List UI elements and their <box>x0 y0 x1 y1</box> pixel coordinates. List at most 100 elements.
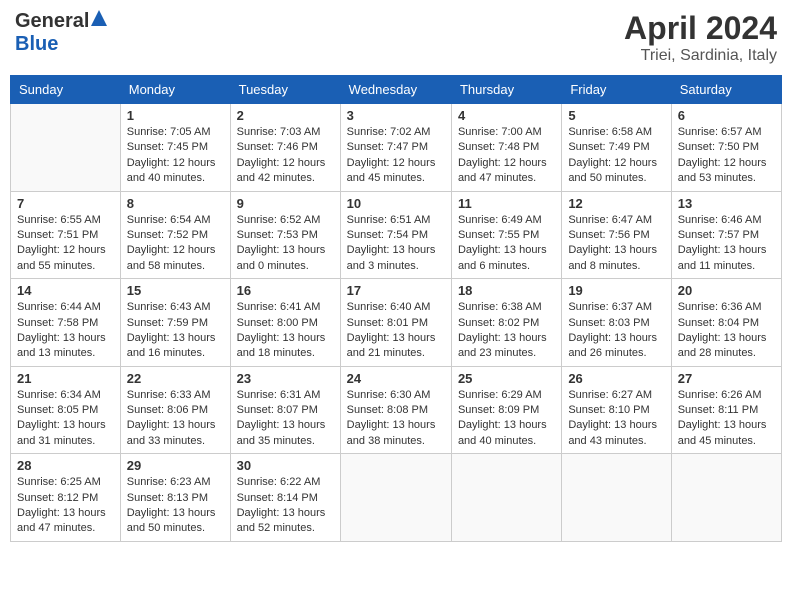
calendar-cell: 3Sunrise: 7:02 AMSunset: 7:47 PMDaylight… <box>340 104 451 192</box>
day-info: Sunrise: 6:38 AMSunset: 8:02 PMDaylight:… <box>458 300 555 362</box>
day-info-line: and 50 minutes. <box>568 172 646 184</box>
day-info-line: Sunset: 8:01 PM <box>347 317 428 329</box>
day-info-line: Sunset: 7:51 PM <box>17 229 98 241</box>
day-info-line: Sunset: 8:07 PM <box>237 404 318 416</box>
logo: General Blue <box>15 10 107 56</box>
day-info: Sunrise: 6:46 AMSunset: 7:57 PMDaylight:… <box>678 213 775 275</box>
day-info: Sunrise: 6:30 AMSunset: 8:08 PMDaylight:… <box>347 388 445 450</box>
day-info-line: Sunset: 7:49 PM <box>568 141 649 153</box>
day-info-line: Sunrise: 6:58 AM <box>568 126 652 138</box>
day-info-line: Daylight: 12 hours <box>237 157 326 169</box>
day-info-line: Daylight: 13 hours <box>127 332 216 344</box>
day-of-week-header: Wednesday <box>340 76 451 104</box>
day-info: Sunrise: 6:37 AM Sunset: 8:03 PM Daylight:… <box>568 300 664 362</box>
day-of-week-header: Saturday <box>671 76 781 104</box>
day-info-line: Sunset: 8:03 PM <box>568 317 649 329</box>
day-info-line: Daylight: 13 hours <box>678 419 767 431</box>
day-number: 22 <box>127 371 224 386</box>
day-info-line: and 35 minutes. <box>237 435 315 447</box>
day-info-line: and 38 minutes. <box>347 435 425 447</box>
day-info: Sunrise: 6:34 AMSunset: 8:05 PMDaylight:… <box>17 388 114 450</box>
day-info-line: Sunrise: 7:02 AM <box>347 126 431 138</box>
day-info-line: and 40 minutes. <box>127 172 205 184</box>
day-info-line: Daylight: 13 hours <box>17 332 106 344</box>
day-info-line: and 6 minutes. <box>458 260 530 272</box>
day-info-line: Sunrise: 6:52 AM <box>237 214 321 226</box>
day-info: Sunrise: 6:57 AMSunset: 7:50 PMDaylight:… <box>678 125 775 187</box>
day-info-line: and 3 minutes. <box>347 260 419 272</box>
calendar-cell: 17Sunrise: 6:40 AMSunset: 8:01 PMDayligh… <box>340 279 451 367</box>
day-info-line: Daylight: 13 hours <box>127 419 216 431</box>
day-info-line: and 31 minutes. <box>17 435 95 447</box>
day-info-line: Daylight: 13 hours <box>568 332 657 344</box>
day-info-line: Sunrise: 6:33 AM <box>127 389 211 401</box>
day-info-line: Sunrise: 7:05 AM <box>127 126 211 138</box>
day-info-line: Sunrise: 7:00 AM <box>458 126 542 138</box>
day-info: Sunrise: 6:27 AMSunset: 8:10 PMDaylight:… <box>568 388 664 450</box>
calendar-cell: 28Sunrise: 6:25 AMSunset: 8:12 PMDayligh… <box>11 454 121 542</box>
day-info-line: Sunset: 7:53 PM <box>237 229 318 241</box>
day-info-line: Sunrise: 6:30 AM <box>347 389 431 401</box>
day-number: 12 <box>568 196 664 211</box>
day-number: 9 <box>237 196 334 211</box>
day-info-line: Sunrise: 7:03 AM <box>237 126 321 138</box>
day-info-line: and 0 minutes. <box>237 260 309 272</box>
day-info-line: Sunset: 8:04 PM <box>678 317 759 329</box>
calendar-week-row: 21Sunrise: 6:34 AMSunset: 8:05 PMDayligh… <box>11 366 782 454</box>
calendar-cell: 7 Sunrise: 6:55 AMSunset: 7:51 PMDaylight… <box>11 191 121 279</box>
day-info-line: Sunrise: 6:23 AM <box>127 476 211 488</box>
day-info-line: Sunset: 7:56 PM <box>568 229 649 241</box>
day-info-line: Sunset: 7:47 PM <box>347 141 428 153</box>
day-info-line: and 47 minutes. <box>458 172 536 184</box>
day-info-line: and 42 minutes. <box>237 172 315 184</box>
day-info: Sunrise: 6:55 AMSunset: 7:51 PMDaylight:… <box>17 213 114 275</box>
day-info-line: Sunrise: 6:43 AM <box>127 301 211 313</box>
logo-general-text: General <box>15 10 89 33</box>
day-info-line: and 55 minutes. <box>17 260 95 272</box>
day-info-line: and 45 minutes. <box>347 172 425 184</box>
day-info-line: Sunrise: 6:34 AM <box>17 389 101 401</box>
calendar-cell: 9 Sunrise: 6:52 AM Sunset: 7:53 PM Daylight… <box>230 191 340 279</box>
day-info-line: and 16 minutes. <box>127 347 205 359</box>
calendar-week-row: 14Sunrise: 6:44 AMSunset: 7:58 PMDayligh… <box>11 279 782 367</box>
day-info-line: and 28 minutes. <box>678 347 756 359</box>
day-info-line: Sunrise: 6:47 AM <box>568 214 652 226</box>
day-number: 1 <box>127 108 224 123</box>
day-info-line: Sunset: 7:45 PM <box>127 141 208 153</box>
calendar-header-row: SundayMondayTuesdayWednesdayThursdayFrid… <box>11 76 782 104</box>
day-number: 6 <box>678 108 775 123</box>
day-info-line: and 58 minutes. <box>127 260 205 272</box>
day-info: Sunrise: 6:47 AMSunset: 7:56 PMDaylight:… <box>568 213 664 275</box>
day-info: Sunrise: 6:54 AMSunset: 7:52 PMDaylight:… <box>127 213 224 275</box>
calendar-cell: 25Sunrise: 6:29 AMSunset: 8:09 PMDayligh… <box>451 366 561 454</box>
calendar-table: SundayMondayTuesdayWednesdayThursdayFrid… <box>10 75 782 542</box>
calendar-cell: 2Sunrise: 7:03 AMSunset: 7:46 PMDaylight… <box>230 104 340 192</box>
day-number: 27 <box>678 371 775 386</box>
day-info-line: Sunrise: 6:51 AM <box>347 214 431 226</box>
day-info: Sunrise: 6:52 AM Sunset: 7:53 PM Daylight:… <box>237 213 334 275</box>
day-number: 15 <box>127 283 224 298</box>
calendar-cell: 30Sunrise: 6:22 AMSunset: 8:14 PMDayligh… <box>230 454 340 542</box>
day-of-week-header: Sunday <box>11 76 121 104</box>
day-info-line: Sunset: 7:57 PM <box>678 229 759 241</box>
calendar-cell: 21Sunrise: 6:34 AMSunset: 8:05 PMDayligh… <box>11 366 121 454</box>
day-info-line: Daylight: 13 hours <box>678 332 767 344</box>
calendar-cell: 18Sunrise: 6:38 AMSunset: 8:02 PMDayligh… <box>451 279 561 367</box>
calendar-cell: 8Sunrise: 6:54 AMSunset: 7:52 PMDaylight… <box>120 191 230 279</box>
day-info-line: Sunrise: 6:40 AM <box>347 301 431 313</box>
calendar-cell: 26Sunrise: 6:27 AMSunset: 8:10 PMDayligh… <box>562 366 671 454</box>
day-info: Sunrise: 6:26 AMSunset: 8:11 PMDaylight:… <box>678 388 775 450</box>
day-number: 7 <box>17 196 114 211</box>
calendar-cell: 1Sunrise: 7:05 AMSunset: 7:45 PMDaylight… <box>120 104 230 192</box>
day-info-line: and 11 minutes. <box>678 260 755 272</box>
day-info-line: Daylight: 12 hours <box>568 157 657 169</box>
day-info-line: Sunrise: 6:37 AM <box>568 301 652 313</box>
day-info-line: Sunrise: 6:46 AM <box>678 214 762 226</box>
day-info-line: and 47 minutes. <box>17 522 95 534</box>
day-info-line: Daylight: 12 hours <box>347 157 436 169</box>
day-info-line: Daylight: 12 hours <box>678 157 767 169</box>
day-info-line: Daylight: 13 hours <box>237 507 326 519</box>
calendar-cell <box>451 454 561 542</box>
day-info: Sunrise: 6:22 AMSunset: 8:14 PMDaylight:… <box>237 475 334 537</box>
day-info-line: Daylight: 13 hours <box>237 244 326 256</box>
